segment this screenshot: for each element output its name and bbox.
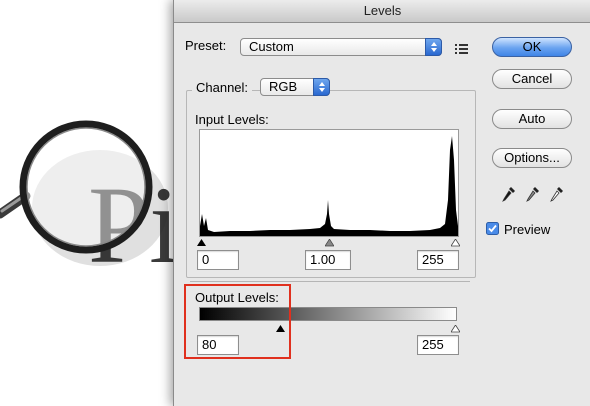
preset-value: Custom	[249, 39, 294, 54]
levels-dialog: Levels Preset: Custom OK Cancel Auto Opt…	[173, 0, 590, 406]
input-black-slider[interactable]	[197, 235, 206, 250]
preview-label: Preview	[504, 222, 551, 237]
output-white-field[interactable]: 255	[417, 335, 459, 355]
preset-label: Preset:	[185, 38, 227, 53]
gray-point-eyedropper-icon[interactable]	[526, 186, 540, 207]
channel-value: RGB	[269, 79, 298, 94]
auto-button[interactable]: Auto	[492, 109, 572, 129]
dialog-title[interactable]: Levels	[174, 0, 590, 23]
dropdown-arrows-icon	[313, 78, 330, 96]
input-white-field[interactable]: 255	[417, 250, 459, 270]
white-point-eyedropper-icon[interactable]	[550, 186, 564, 207]
cancel-button[interactable]: Cancel	[492, 69, 572, 89]
black-point-eyedropper-icon[interactable]	[502, 186, 516, 207]
input-gamma-field[interactable]: 1.00	[305, 250, 351, 270]
options-button[interactable]: Options...	[492, 148, 572, 168]
input-levels-label: Input Levels:	[195, 112, 269, 127]
preview-checkbox[interactable]	[486, 222, 499, 238]
list-options-icon[interactable]	[455, 42, 469, 57]
channel-label: Channel:	[192, 80, 253, 95]
separator	[190, 281, 470, 282]
channel-dropdown[interactable]: RGB	[260, 78, 330, 96]
magnifier-lens	[19, 120, 153, 254]
histogram-graph	[200, 136, 458, 236]
ok-button[interactable]: OK	[492, 37, 572, 57]
input-black-field[interactable]: 0	[197, 250, 239, 270]
input-gamma-slider[interactable]	[324, 235, 335, 250]
histogram	[199, 129, 459, 237]
input-white-slider[interactable]	[450, 235, 461, 250]
highlight-box	[184, 284, 291, 359]
dropdown-arrows-icon	[425, 38, 442, 56]
output-white-slider[interactable]	[450, 321, 461, 336]
preset-dropdown[interactable]: Custom	[240, 38, 442, 56]
